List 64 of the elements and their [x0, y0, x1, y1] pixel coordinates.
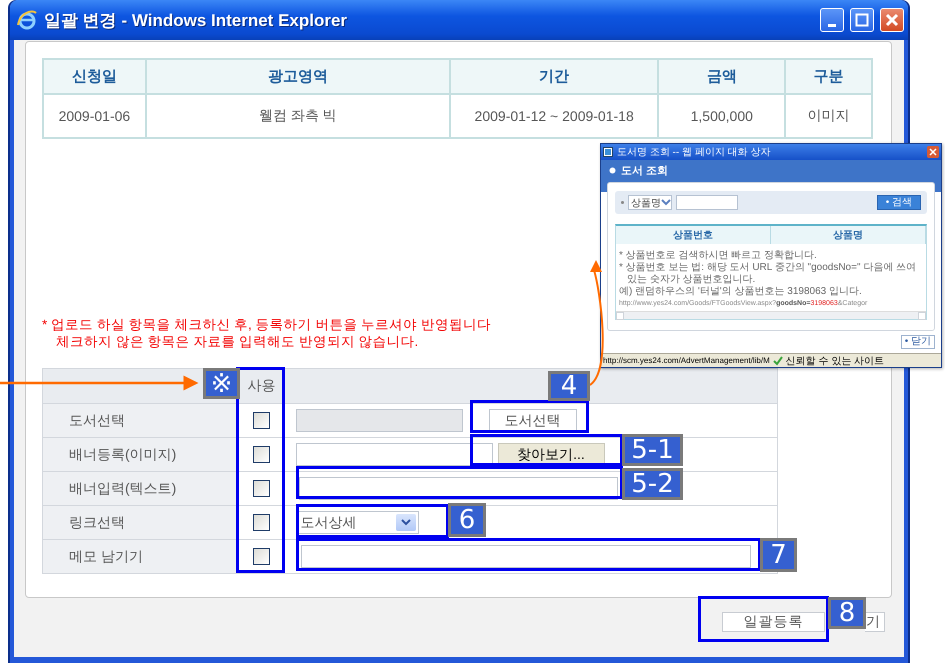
help-text: 예) 랜덤하우스의 '터널'의 상품번호는 3198063 입니다. [619, 286, 863, 298]
row-label: 도서선택 [42, 404, 238, 438]
window-title: 일괄 변경 - Windows Internet Explorer [44, 10, 348, 32]
column-header: 상품명 [771, 226, 926, 244]
dialog-title: 도서명 조회 -- 웹 페이지 대화 상자 [617, 146, 772, 159]
column-header: 상품번호 [616, 226, 771, 244]
checkbox[interactable] [253, 514, 270, 531]
table-cell: 1,500,000 [658, 94, 786, 138]
table-cell: 2009-01-06 [43, 94, 146, 138]
callout-number: 6 [448, 503, 486, 537]
callout-number: 5-1 [622, 434, 683, 466]
bullet-icon [621, 201, 624, 204]
callout-number: 8 [828, 597, 866, 629]
status-url: http://scm.yes24.com/AdvertManagement/lib/M [603, 356, 770, 365]
browser-icon [16, 9, 38, 31]
caret-icon [661, 199, 671, 206]
dialog-close-button[interactable]: • 닫기 [900, 335, 935, 349]
row-label: 배너입력(텍스트) [42, 472, 238, 506]
column-header: 광고영역 [146, 59, 450, 94]
notice-text: * 업로드 하실 항목을 체크하신 후, 등록하기 버튼을 누르셔야 반영됩니다 [42, 316, 492, 333]
table-cell: 2009-01-12 ~ 2009-01-18 [450, 94, 658, 138]
bullet-icon [609, 167, 616, 174]
search-field[interactable] [676, 195, 738, 210]
file-path-field[interactable] [296, 443, 492, 466]
notice-text: 체크하지 않은 항목은 자료를 입력해도 반영되지 않습니다. [55, 333, 420, 350]
callout-number: ※ [203, 368, 240, 399]
table-cell: 이미지 [785, 94, 872, 138]
search-button[interactable]: • 검색 [876, 195, 921, 210]
help-text: * 상품번호로 검색하시면 빠르고 정확합니다. [619, 250, 818, 262]
book-select-button[interactable]: 도서선택 [488, 409, 576, 432]
check-icon [772, 356, 783, 366]
column-header: 기간 [450, 59, 658, 94]
minimize-icon [828, 24, 836, 26]
callout-number: 7 [760, 538, 797, 572]
callout-number: 4 [548, 371, 590, 401]
checkbox[interactable] [253, 480, 270, 497]
close-button[interactable] [880, 8, 904, 32]
close-icon [885, 13, 899, 27]
help-text: * 상품번호 보는 법: 해당 도서 URL 중간의 "goodsNo=" 다음에 쓰여있는 숫자가 상품번호입니다. [619, 262, 918, 286]
maximize-button[interactable] [850, 8, 874, 32]
memo-field[interactable] [300, 545, 750, 568]
register-button[interactable]: 일괄등록 [722, 612, 825, 632]
column-header: 신청일 [43, 59, 146, 94]
row-label: 메모 남기기 [42, 540, 238, 574]
row-label: 링크선택 [42, 506, 238, 540]
minimize-button[interactable] [820, 8, 844, 32]
callout-number: 5-2 [622, 468, 683, 500]
page-icon [603, 147, 613, 157]
dialog-heading: 도서 조회 [621, 164, 668, 178]
caret-icon [400, 519, 410, 526]
security-zone: 신뢰할 수 있는 사이트 [786, 354, 884, 368]
search-type-dropdown[interactable]: 상품명 [628, 195, 672, 210]
scrollbar[interactable] [616, 311, 926, 319]
maximize-icon [855, 13, 869, 27]
column-header: 금액 [658, 59, 786, 94]
checkbox[interactable] [253, 548, 270, 565]
table-cell: 웰컴 좌측 빅 [146, 94, 450, 138]
close-button[interactable]: 기 [865, 612, 885, 632]
checkbox[interactable] [253, 446, 270, 463]
close-icon[interactable] [927, 146, 939, 158]
row-label: 배너등록(이미지) [42, 438, 238, 472]
link-dropdown[interactable]: 도서상세 [296, 511, 418, 534]
column-header: 구분 [785, 59, 872, 94]
checkbox[interactable] [253, 412, 270, 429]
